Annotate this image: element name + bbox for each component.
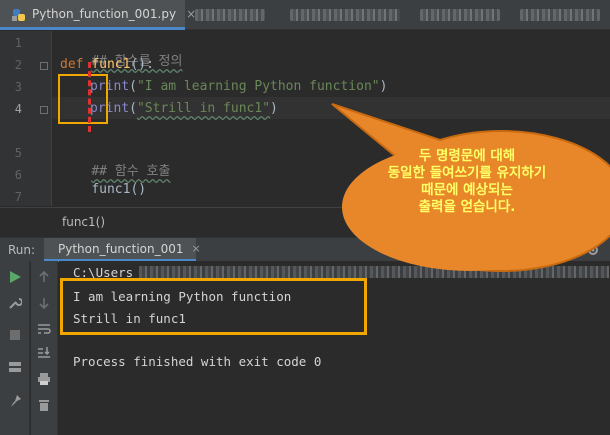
line-number: 5 <box>14 146 22 160</box>
editor-tab-bar: Python_function_001.py × <box>0 0 610 30</box>
arrow-up-icon[interactable] <box>36 269 52 285</box>
punctuation: ( <box>129 101 137 116</box>
rerun-icon[interactable] <box>7 269 23 285</box>
file-tab-label: Python_function_001.py <box>32 6 177 21</box>
function-call: func1() <box>91 182 147 197</box>
indent-guide-dashed-line <box>88 62 91 132</box>
annotation-text: 두 명령문에 대해 동일한 들여쓰기를 유지하기 때문에 예상되는 출력을 얻습… <box>352 148 582 216</box>
obscured-tab[interactable] <box>195 9 265 21</box>
breadcrumb[interactable]: func1() <box>62 215 105 229</box>
trash-icon[interactable] <box>36 397 52 413</box>
console-exit-line: Process finished with exit code 0 <box>73 354 322 369</box>
fold-marker-icon[interactable] <box>40 62 48 70</box>
annotation-line: 동일한 들여쓰기를 유지하기 <box>387 165 547 181</box>
annotation-line: 출력을 얻습니다. <box>418 199 516 215</box>
arrow-down-icon[interactable] <box>36 295 52 311</box>
file-tab[interactable]: Python_function_001.py × <box>0 0 196 30</box>
code-line-7: func1() <box>60 167 146 212</box>
annotation-line: 때문에 예상되는 <box>421 182 513 198</box>
obscured-tab[interactable] <box>290 9 400 21</box>
obscured-tab[interactable] <box>520 9 600 21</box>
string-literal: "Strill in func1" <box>136 101 271 116</box>
run-toolbar-left <box>0 261 30 435</box>
line-number: 6 <box>14 168 22 182</box>
code-line-2: def func1(): <box>60 57 154 72</box>
line-number: 3 <box>14 80 22 94</box>
python-file-icon <box>12 7 26 21</box>
run-toolbar-right <box>31 261 58 435</box>
line-number: 2 <box>14 58 22 72</box>
indent-highlight-box <box>58 74 108 124</box>
soft-wrap-icon[interactable] <box>36 321 52 337</box>
run-config-tab[interactable]: Python_function_001 × <box>44 238 201 262</box>
fold-marker-icon[interactable] <box>40 106 48 114</box>
keyword: def <box>60 57 84 72</box>
run-window-label: Run: <box>8 243 36 257</box>
punctuation: ) <box>270 101 278 116</box>
line-number: 4 <box>14 102 22 116</box>
print-icon[interactable] <box>36 371 52 387</box>
obscured-tab[interactable] <box>420 9 500 21</box>
close-run-tab-icon[interactable]: × <box>192 242 201 255</box>
punctuation: ( <box>129 79 137 94</box>
line-number-gutter: 1 2 3 4 5 6 7 <box>0 31 52 206</box>
code-line-4: print("Strill in func1") <box>90 101 278 116</box>
pin-icon[interactable] <box>7 393 23 409</box>
stop-icon[interactable] <box>7 327 23 343</box>
wrench-icon[interactable] <box>7 295 23 311</box>
scroll-to-end-icon[interactable] <box>36 345 52 361</box>
output-highlight-box <box>60 278 367 335</box>
punctuation: (): <box>130 57 154 72</box>
run-tab-label: Python_function_001 <box>58 241 184 256</box>
line-number: 1 <box>14 36 22 50</box>
function-name: func1 <box>91 57 131 72</box>
annotation-line: 두 명령문에 대해 <box>418 148 516 164</box>
line-number: 7 <box>14 190 22 204</box>
layout-icon[interactable] <box>7 359 23 375</box>
